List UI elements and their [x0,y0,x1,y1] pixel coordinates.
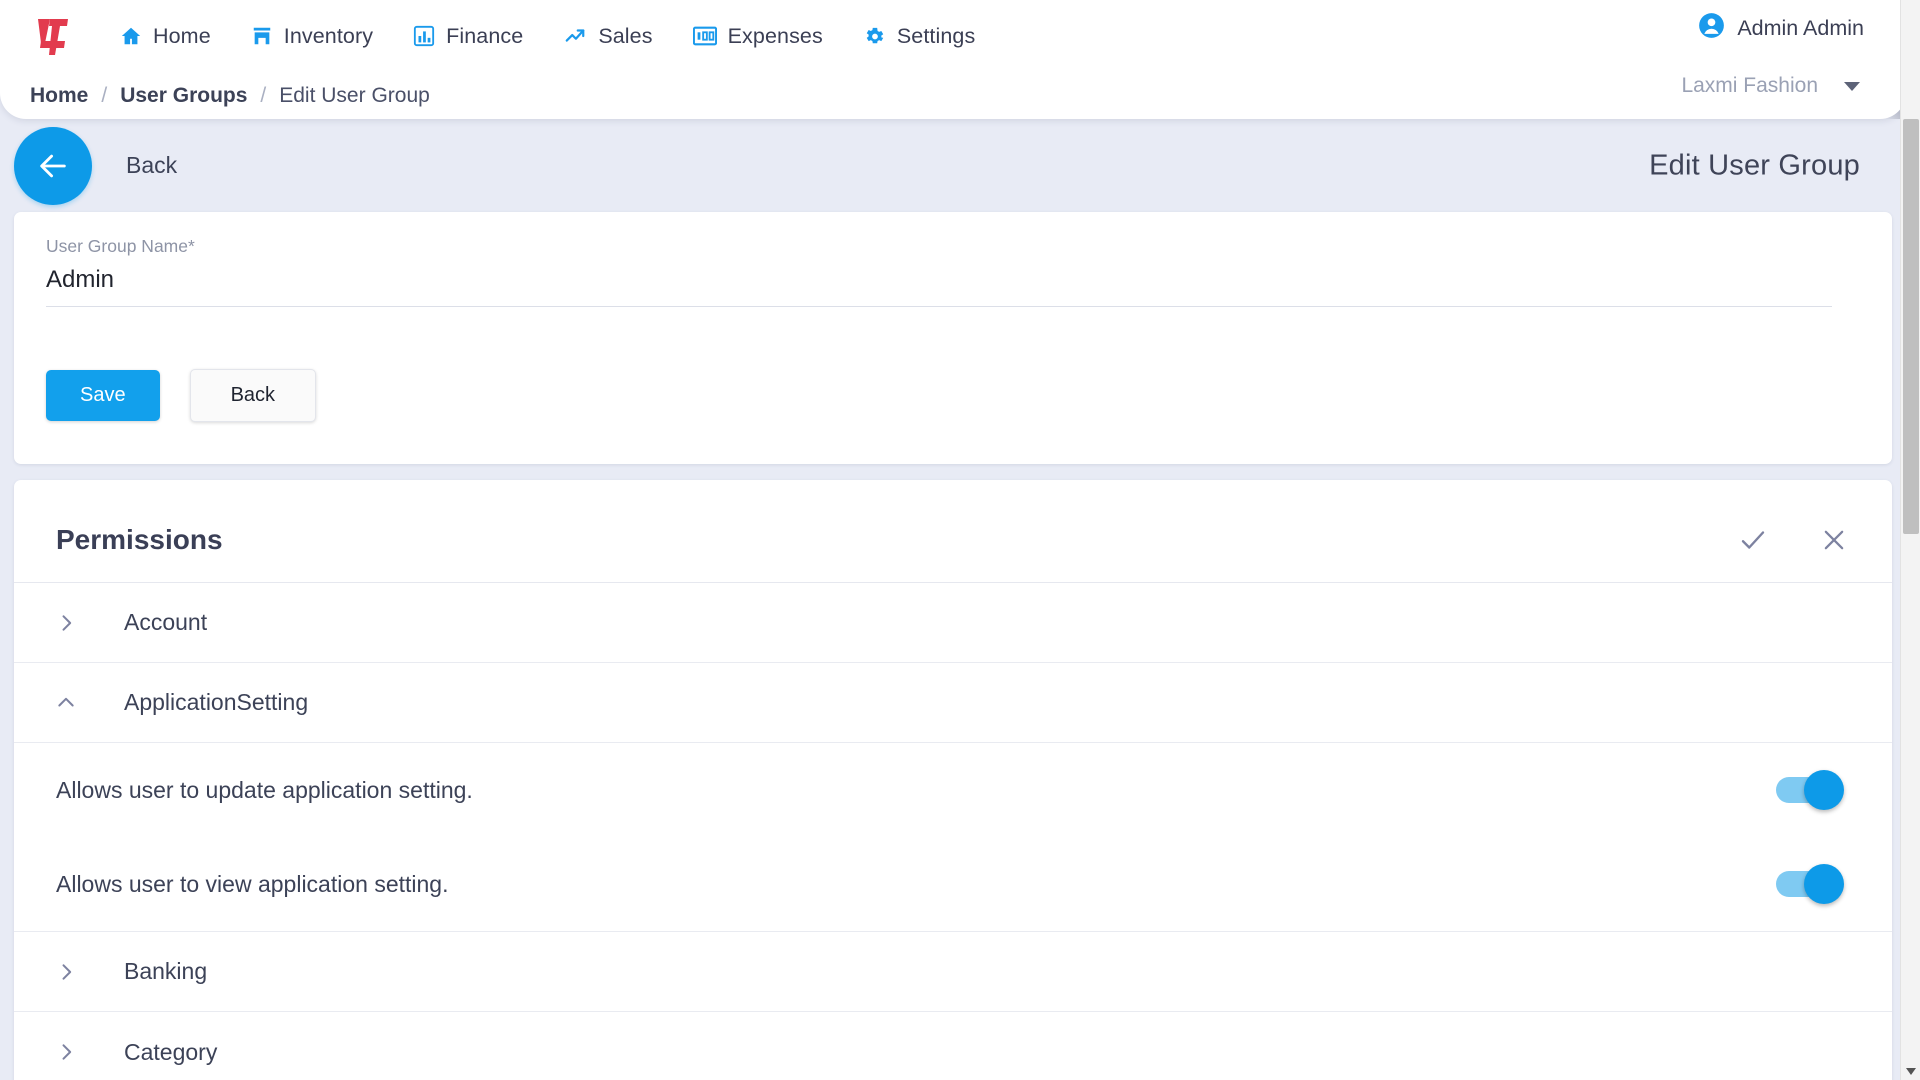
app-window: Home Inventory Finance Sales Expenses Se… [0,0,1920,1080]
chevron-up-icon [56,693,98,713]
nav-item-home[interactable]: Home [100,16,231,57]
permission-item: Allows user to view application setting. [14,837,1892,931]
permission-group-applicationsetting[interactable]: ApplicationSetting [14,663,1892,743]
user-group-name-input[interactable]: Admin [46,266,1832,307]
company-name: Laxmi Fashion [1681,74,1818,97]
permission-group-label: ApplicationSetting [124,689,309,715]
back-fab-button[interactable] [14,126,92,205]
permission-group-account[interactable]: Account [14,583,1892,663]
nav-item-finance[interactable]: Finance [393,16,543,57]
permission-group-label: Account [124,609,208,635]
avatar-icon [1698,12,1725,44]
page-header-row: Back Edit User Group [0,119,1906,212]
back-label[interactable]: Back [126,152,177,179]
company-selector[interactable]: Laxmi Fashion [1681,74,1860,98]
form-actions: Save Back [46,369,1860,422]
page-title: Edit User Group [1649,149,1860,181]
permissions-card: Permissions Account ApplicationSetting A… [14,480,1892,1080]
nav-item-inventory[interactable]: Inventory [231,16,393,57]
user-group-name-label: User Group Name* [46,236,1860,257]
chevron-right-icon [56,1042,98,1062]
gear-icon [863,25,886,48]
permission-toggle[interactable] [1776,770,1844,810]
toggle-knob [1804,864,1844,904]
nav-label-settings: Settings [896,23,976,48]
permissions-title: Permissions [56,524,223,555]
scrollbar-thumb[interactable] [1903,119,1919,534]
breadcrumb-item-current: Edit User Group [279,83,430,107]
page-body: Back Edit User Group User Group Name* Ad… [0,119,1906,1080]
nav-label-inventory: Inventory [283,23,374,48]
user-name: Admin Admin [1737,15,1864,40]
trending-up-icon [563,25,587,47]
permission-toggle[interactable] [1776,864,1844,904]
app-logo[interactable] [14,13,88,59]
form-back-button[interactable]: Back [189,369,317,422]
nav-label-sales: Sales [598,23,653,48]
home-icon [120,25,142,47]
toggle-knob [1804,770,1844,810]
permission-group-banking[interactable]: Banking [14,932,1892,1012]
bar-chart-icon [413,25,435,47]
breadcrumb-item-home[interactable]: Home [30,84,88,108]
breadcrumb-item-user-groups[interactable]: User Groups [120,84,247,108]
user-menu[interactable]: Admin Admin [1698,12,1864,44]
permission-group-category[interactable]: Category [14,1012,1892,1080]
permission-item: Allows user to update application settin… [14,743,1892,837]
page-scrollbar[interactable] [1900,0,1920,1080]
chevron-right-icon [56,962,98,982]
clear-all-permissions-button[interactable] [1820,526,1848,554]
select-all-permissions-button[interactable] [1738,525,1768,555]
field-label-text: User Group Name [46,236,188,256]
permission-group-label: Category [124,1038,218,1065]
nav-item-sales[interactable]: Sales [543,16,672,57]
arrow-left-icon [40,154,66,177]
scroll-down-arrow-icon[interactable] [1906,1068,1916,1075]
nav-label-expenses: Expenses [727,23,823,48]
permissions-header: Permissions [14,480,1892,583]
main-navbar: Home Inventory Finance Sales Expenses Se… [0,0,1906,72]
chevron-down-icon [1844,81,1860,91]
permission-group-label: Banking [124,958,208,984]
permission-description: Allows user to view application setting. [56,870,449,897]
breadcrumb-separator: / [101,83,108,107]
check-icon [1741,531,1765,549]
nav-item-expenses[interactable]: Expenses [673,16,843,57]
close-icon [1824,530,1844,550]
store-icon [251,25,273,47]
breadcrumb: Home / User Groups / Edit User Group [0,72,430,119]
chevron-right-icon [56,613,98,633]
breadcrumb-separator: / [260,83,267,107]
nav-label-home: Home [153,23,211,48]
nav-items: Home Inventory Finance Sales Expenses Se… [100,16,995,57]
permission-description: Allows user to update application settin… [56,776,473,803]
top-shell: Home Inventory Finance Sales Expenses Se… [0,0,1906,119]
nav-label-finance: Finance [446,23,524,48]
money-icon [692,26,717,46]
save-button[interactable]: Save [46,370,160,421]
nav-item-settings[interactable]: Settings [843,16,996,57]
required-marker: * [188,236,195,256]
user-group-form-card: User Group Name* Admin Save Back [14,212,1892,464]
